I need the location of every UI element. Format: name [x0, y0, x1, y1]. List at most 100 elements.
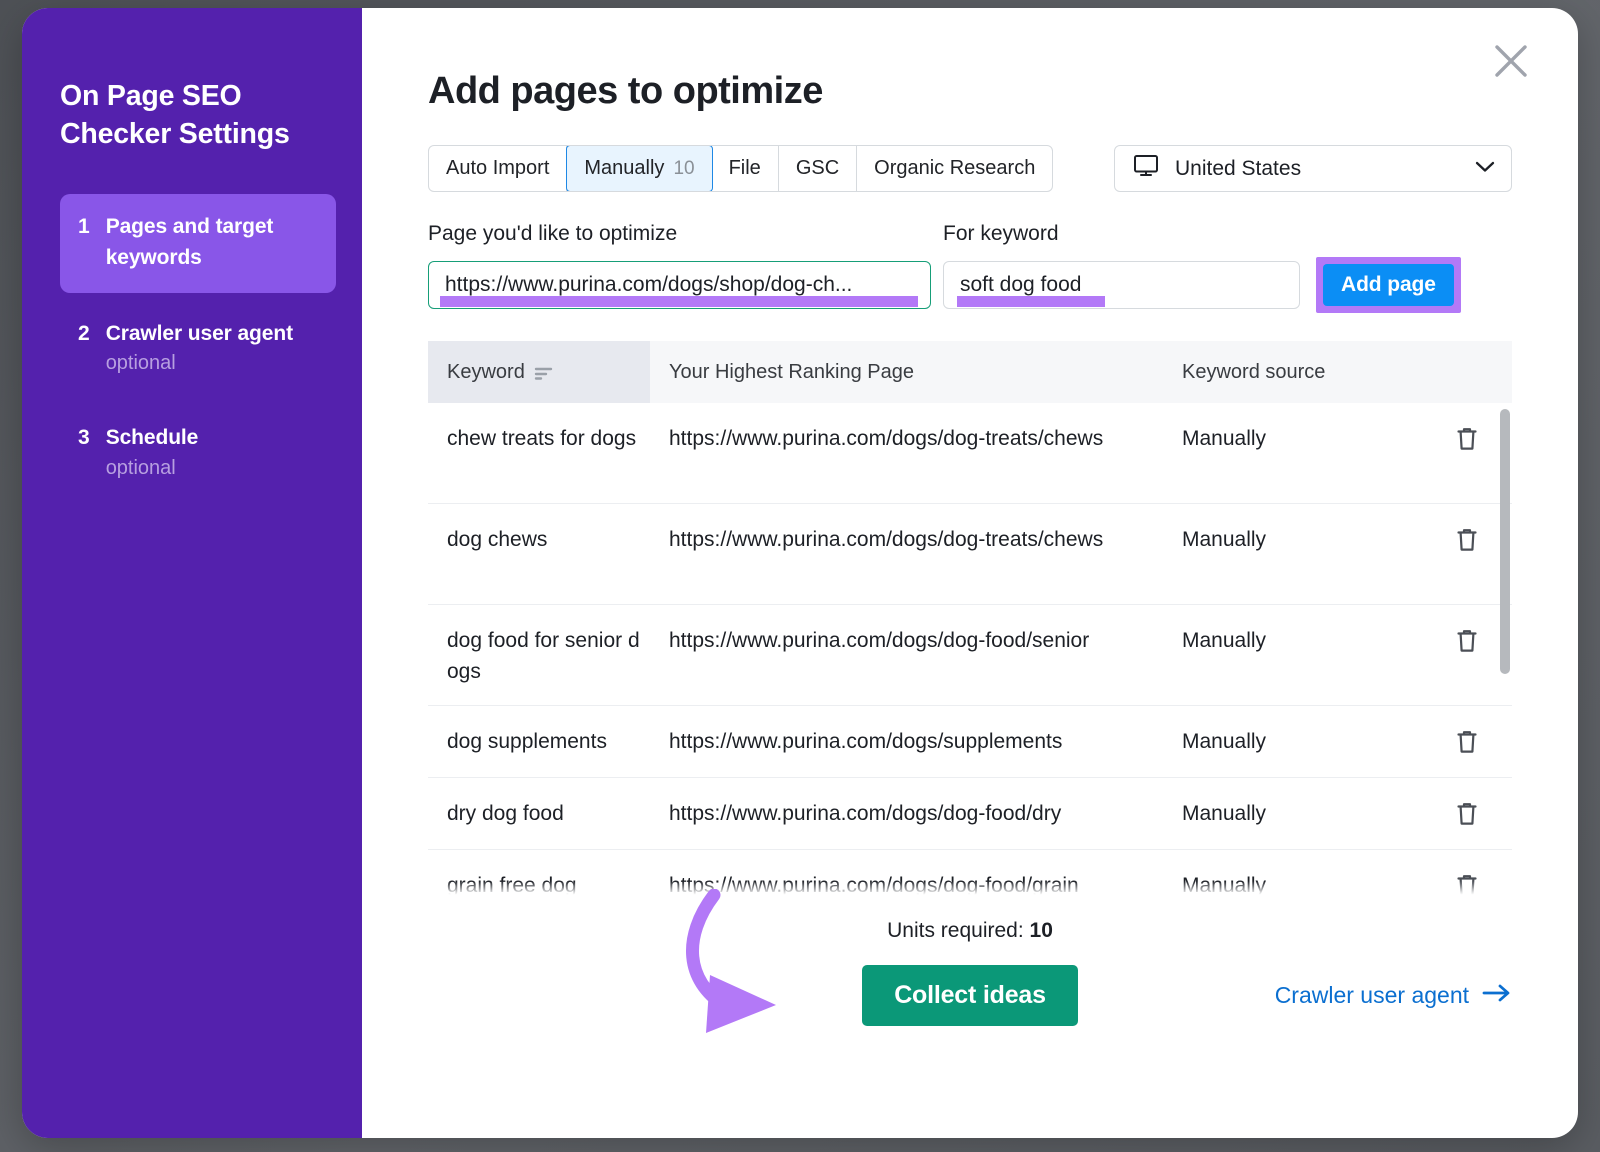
- keyword-input[interactable]: [943, 261, 1300, 309]
- table-scrollbar-thumb[interactable]: [1500, 409, 1510, 674]
- field-labels-row: Page you'd like to optimize For keyword: [428, 222, 1512, 246]
- tab-label: Auto Import: [446, 157, 549, 180]
- column-header-keyword-label: Keyword: [447, 361, 525, 384]
- page-url-field-wrap: [428, 261, 931, 309]
- sort-icon[interactable]: [534, 364, 554, 380]
- trash-icon[interactable]: [1455, 800, 1479, 832]
- table-row: dog chews https://www.purina.com/dogs/do…: [428, 504, 1512, 605]
- cell-source: Manually: [1163, 524, 1422, 555]
- trash-icon[interactable]: [1455, 425, 1479, 457]
- units-label: Units required:: [887, 919, 1024, 942]
- main-panel: Add pages to optimize Auto Import Manual…: [362, 8, 1578, 1138]
- cell-actions: [1422, 625, 1512, 659]
- cell-page: https://www.purina.com/dogs/dog-food/dry: [650, 798, 1163, 829]
- country-select[interactable]: United States: [1114, 145, 1512, 192]
- cell-page: https://www.purina.com/dogs/supplements: [650, 726, 1163, 757]
- cell-keyword: dog supplements: [428, 726, 650, 757]
- cell-source: Manually: [1163, 798, 1422, 829]
- trash-icon[interactable]: [1455, 526, 1479, 558]
- country-value: United States: [1175, 157, 1475, 181]
- table-row: dry dog food https://www.purina.com/dogs…: [428, 778, 1512, 850]
- column-header-source: Keyword source: [1163, 341, 1422, 403]
- cell-source: Manually: [1163, 423, 1422, 454]
- units-value: 10: [1030, 919, 1053, 942]
- tab-auto-import[interactable]: Auto Import: [429, 146, 567, 191]
- cell-page: https://www.purina.com/dogs/dog-treats/c…: [650, 524, 1163, 555]
- step-sublabel: optional: [106, 349, 293, 378]
- tab-label: File: [729, 157, 761, 180]
- trash-icon[interactable]: [1455, 627, 1479, 659]
- close-icon[interactable]: [1488, 38, 1534, 84]
- table-body: chew treats for dogs https://www.purina.…: [428, 403, 1512, 897]
- cell-page: https://www.purina.com/dogs/dog-treats/c…: [650, 423, 1163, 454]
- cell-keyword: grain free dog: [428, 870, 650, 897]
- collect-ideas-button[interactable]: Collect ideas: [862, 965, 1078, 1026]
- crawler-user-agent-link[interactable]: Crawler user agent: [1275, 982, 1512, 1009]
- footer-actions: Collect ideas Crawler user agent: [428, 965, 1512, 1026]
- page-title: Add pages to optimize: [428, 70, 1512, 113]
- cell-actions: [1422, 870, 1512, 897]
- tab-count: 10: [673, 158, 694, 180]
- add-page-highlight-annotation: Add page: [1316, 257, 1461, 313]
- table-row: dog food for senior dogs https://www.pur…: [428, 605, 1512, 706]
- step-number: 3: [78, 422, 90, 454]
- step-label: Pages and target keywords: [106, 211, 318, 274]
- cell-source: Manually: [1163, 870, 1422, 897]
- table-row: dog supplements https://www.purina.com/d…: [428, 706, 1512, 778]
- sidebar-step-schedule[interactable]: 3 Schedule optional: [60, 405, 336, 502]
- tab-label: GSC: [796, 157, 839, 180]
- chevron-down-icon: [1475, 160, 1495, 178]
- trash-icon[interactable]: [1455, 728, 1479, 760]
- cell-keyword: dry dog food: [428, 798, 650, 829]
- step-label: Crawler user agent: [106, 318, 293, 350]
- cell-keyword: chew treats for dogs: [428, 423, 650, 454]
- keyword-label: For keyword: [943, 222, 1059, 246]
- annotation-arrow-icon: [666, 889, 886, 1039]
- cell-source: Manually: [1163, 726, 1422, 757]
- tab-manually[interactable]: Manually 10: [566, 145, 712, 192]
- modal-footer: Units required: 10 Collect ideas Crawler…: [428, 919, 1512, 1026]
- step-number: 1: [78, 211, 90, 243]
- sidebar-step-crawler-user-agent[interactable]: 2 Crawler user agent optional: [60, 301, 336, 398]
- sidebar-title: On Page SEO Checker Settings: [60, 78, 300, 154]
- desktop-monitor-icon: [1133, 154, 1159, 183]
- cell-actions: [1422, 726, 1512, 760]
- sidebar-step-pages-and-target-keywords[interactable]: 1 Pages and target keywords: [60, 194, 336, 293]
- keyword-field-wrap: [943, 261, 1300, 309]
- step-label: Schedule: [106, 422, 199, 454]
- crawler-user-agent-link-label: Crawler user agent: [1275, 982, 1469, 1009]
- add-page-button[interactable]: Add page: [1323, 264, 1454, 306]
- units-required: Units required: 10: [428, 919, 1512, 943]
- cell-keyword: dog food for senior dogs: [428, 625, 650, 687]
- table-header-row: Keyword Your Highest Ranking Page Keywor…: [428, 341, 1512, 403]
- cell-actions: [1422, 524, 1512, 558]
- cell-page: https://www.purina.com/dogs/dog-food/gra…: [650, 870, 1163, 897]
- cell-actions: [1422, 423, 1512, 457]
- cell-source: Manually: [1163, 625, 1422, 656]
- add-page-form: Add page: [428, 257, 1512, 313]
- page-url-label: Page you'd like to optimize: [428, 222, 943, 246]
- source-tabs-row: Auto Import Manually 10 File GSC Organic…: [428, 145, 1512, 192]
- tab-organic-research[interactable]: Organic Research: [857, 146, 1052, 191]
- tab-label: Organic Research: [874, 157, 1035, 180]
- column-header-page: Your Highest Ranking Page: [650, 341, 1163, 403]
- sidebar: On Page SEO Checker Settings 1 Pages and…: [22, 8, 362, 1138]
- page-url-input[interactable]: [428, 261, 931, 309]
- cell-actions: [1422, 798, 1512, 832]
- trash-icon[interactable]: [1455, 872, 1479, 897]
- cell-page: https://www.purina.com/dogs/dog-food/sen…: [650, 625, 1163, 656]
- column-header-keyword[interactable]: Keyword: [428, 341, 650, 403]
- cell-keyword: dog chews: [428, 524, 650, 555]
- keywords-table: Keyword Your Highest Ranking Page Keywor…: [428, 341, 1512, 897]
- settings-modal: On Page SEO Checker Settings 1 Pages and…: [22, 8, 1578, 1138]
- tab-gsc[interactable]: GSC: [779, 146, 857, 191]
- step-number: 2: [78, 318, 90, 350]
- table-row: chew treats for dogs https://www.purina.…: [428, 403, 1512, 504]
- step-sublabel: optional: [106, 454, 199, 483]
- table-row: grain free dog https://www.purina.com/do…: [428, 850, 1512, 897]
- tab-label: Manually: [584, 157, 664, 180]
- tab-file[interactable]: File: [712, 146, 779, 191]
- arrow-right-icon: [1482, 982, 1512, 1009]
- source-tabs: Auto Import Manually 10 File GSC Organic…: [428, 145, 1053, 192]
- table-scrollbar[interactable]: [1500, 403, 1510, 897]
